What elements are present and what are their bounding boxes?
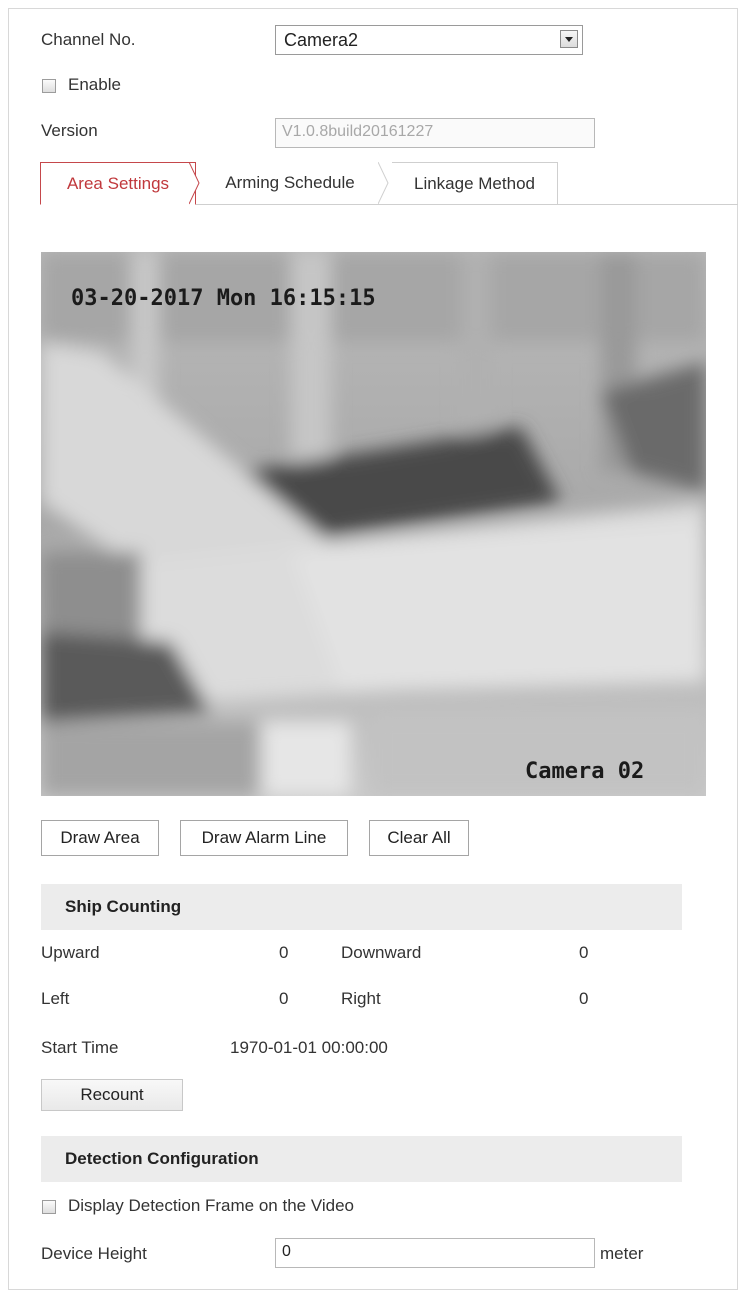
right-label: Right [341, 989, 381, 1008]
ship-counting-header: Ship Counting [41, 884, 682, 930]
draw-alarm-line-button[interactable]: Draw Alarm Line [180, 820, 348, 856]
live-video-view[interactable]: 03-20-2017 Mon 16:15:15 Camera 02 [41, 252, 706, 796]
display-frame-label: Display Detection Frame on the Video [68, 1196, 355, 1215]
enable-checkbox[interactable] [42, 79, 56, 93]
device-height-value: 0 [282, 1243, 291, 1260]
draw-area-button[interactable]: Draw Area [41, 820, 159, 856]
detection-config-header: Detection Configuration [41, 1136, 682, 1182]
tab-linkage-method[interactable]: Linkage Method [392, 162, 558, 205]
downward-value: 0 [579, 943, 589, 962]
upward-label: Upward [41, 943, 100, 962]
device-height-input[interactable]: 0 [275, 1238, 595, 1268]
video-timestamp: 03-20-2017 Mon 16:15:15 [71, 286, 376, 311]
chevron-down-icon[interactable] [560, 30, 578, 48]
clear-all-button[interactable]: Clear All [369, 820, 469, 856]
channel-value: Camera2 [284, 30, 359, 50]
device-height-label: Device Height [41, 1244, 147, 1263]
channel-select[interactable]: Camera2 [275, 25, 583, 55]
video-camera-label: Camera 02 [525, 759, 645, 784]
version-field: V1.0.8build20161227 [275, 118, 595, 148]
channel-label: Channel No. [41, 30, 136, 49]
start-time-value: 1970-01-01 00:00:00 [230, 1038, 388, 1057]
tab-separator-icon [378, 162, 389, 205]
video-frame-image [41, 252, 706, 796]
downward-label: Downward [341, 943, 422, 962]
recount-button[interactable]: Recount [41, 1079, 183, 1111]
right-value: 0 [579, 989, 589, 1008]
version-label: Version [41, 121, 98, 140]
left-value: 0 [279, 989, 289, 1008]
version-value: V1.0.8build20161227 [282, 123, 434, 140]
enable-label: Enable [68, 75, 121, 94]
tab-area-settings[interactable]: Area Settings [40, 162, 196, 205]
device-height-unit: meter [600, 1244, 644, 1263]
tab-arming-schedule[interactable]: Arming Schedule [204, 162, 376, 205]
upward-value: 0 [279, 943, 289, 962]
tab-separator-icon [189, 162, 200, 205]
display-frame-checkbox[interactable] [42, 1200, 56, 1214]
start-time-label: Start Time [41, 1038, 119, 1057]
left-label: Left [41, 989, 70, 1008]
